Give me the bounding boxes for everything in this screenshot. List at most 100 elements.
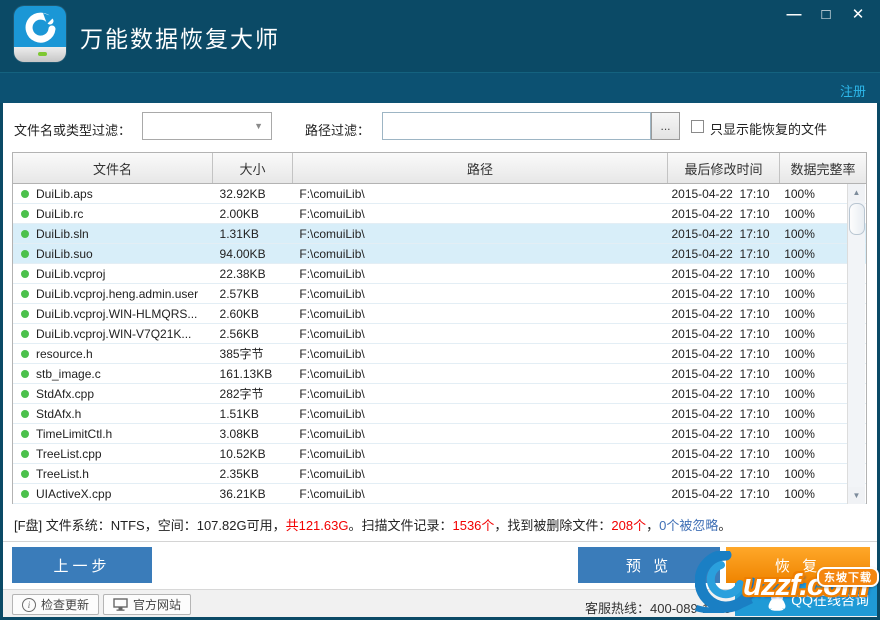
official-site-label: 官方网站 [133, 598, 182, 612]
vertical-scrollbar[interactable]: ▲ ▼ [847, 184, 865, 504]
column-header-integrity[interactable]: 数据完整率 [780, 153, 866, 183]
table-row[interactable]: UIActiveX.cpp 36.21KB F:\comuiLib\ 2015-… [13, 484, 866, 504]
recoverable-status-icon [21, 249, 29, 258]
cell-size: 1.51KB [219, 406, 259, 421]
qq-service-label: QQ在线咨询 [791, 591, 869, 608]
status-segment: 0个被忽略 [659, 517, 719, 533]
cell-modified: 2015-04-22 17:10 [671, 246, 770, 261]
minimize-button[interactable]: — [784, 4, 804, 24]
app-logo-icon [14, 6, 66, 62]
cell-path: F:\comuiLib\ [299, 466, 365, 481]
cell-path: F:\comuiLib\ [299, 486, 365, 501]
column-header-path[interactable]: 路径 [293, 153, 668, 183]
register-link[interactable]: 注册 [840, 81, 866, 100]
table-row[interactable]: DuiLib.vcproj 22.38KB F:\comuiLib\ 2015-… [13, 264, 866, 284]
scroll-up-icon[interactable]: ▲ [848, 184, 865, 201]
main-area: 文件名或类型过滤： ▼ 路径过滤： ... 只显示能恢复的文件 文件名 大小 路… [3, 103, 879, 617]
recoverable-status-icon [21, 389, 29, 398]
cell-size: 10.52KB [219, 446, 266, 461]
status-segment: ，找到被删除文件： [494, 517, 612, 533]
table-row[interactable]: DuiLib.suo 94.00KB F:\comuiLib\ 2015-04-… [13, 244, 866, 264]
monitor-icon [113, 598, 128, 611]
cell-filename: DuiLib.suo [36, 246, 93, 261]
table-row[interactable]: TreeList.cpp 10.52KB F:\comuiLib\ 2015-0… [13, 444, 866, 464]
title-bar: 万能数据恢复大师 — □ ✕ [0, 0, 880, 72]
cell-path: F:\comuiLib\ [299, 306, 365, 321]
cell-size: 2.60KB [219, 306, 259, 321]
cell-path: F:\comuiLib\ [299, 206, 365, 221]
cell-filename: DuiLib.vcproj.WIN-V7Q21K... [36, 326, 192, 341]
status-segment: 。 [718, 517, 732, 533]
cell-modified: 2015-04-22 17:10 [671, 266, 770, 281]
qq-penguin-icon [768, 590, 786, 611]
cell-size: 1.31KB [219, 226, 259, 241]
status-segment: ， [646, 517, 660, 533]
cell-size: 161.13KB [219, 366, 273, 381]
table-row[interactable]: StdAfx.cpp 282字节 F:\comuiLib\ 2015-04-22… [13, 384, 866, 404]
table-row[interactable]: DuiLib.rc 2.00KB F:\comuiLib\ 2015-04-22… [13, 204, 866, 224]
table-row[interactable]: DuiLib.vcproj.WIN-HLMQRS... 2.60KB F:\co… [13, 304, 866, 324]
browse-button[interactable]: ... [651, 112, 680, 140]
scroll-down-icon[interactable]: ▼ [848, 487, 865, 504]
status-bar: [F盘] 文件系统：NTFS，空间：107.82G可用，共121.63G。扫描文… [3, 507, 877, 542]
status-segment: 共121.63G [285, 517, 349, 533]
cell-path: F:\comuiLib\ [299, 406, 365, 421]
status-segment: 208个 [611, 517, 647, 533]
recoverable-status-icon [21, 329, 29, 338]
scrollbar-thumb[interactable] [849, 203, 865, 235]
recover-button[interactable]: 恢 复 [726, 547, 870, 583]
cell-path: F:\comuiLib\ [299, 286, 365, 301]
official-site-button[interactable]: 官方网站 [103, 594, 192, 615]
table-row[interactable]: DuiLib.vcproj.WIN-V7Q21K... 2.56KB F:\co… [13, 324, 866, 344]
cell-filename: DuiLib.vcproj.heng.admin.user [36, 286, 199, 301]
column-header-filename[interactable]: 文件名 [13, 153, 213, 183]
cell-modified: 2015-04-22 17:10 [671, 226, 770, 241]
table-row[interactable]: DuiLib.aps 32.92KB F:\comuiLib\ 2015-04-… [13, 184, 866, 204]
name-filter-select[interactable]: ▼ [142, 112, 272, 140]
check-update-button[interactable]: i 检查更新 [12, 594, 100, 615]
table-row[interactable]: DuiLib.sln 1.31KB F:\comuiLib\ 2015-04-2… [13, 224, 866, 244]
cell-filename: DuiLib.sln [36, 226, 89, 241]
table-row[interactable]: resource.h 385字节 F:\comuiLib\ 2015-04-22… [13, 344, 866, 364]
recoverable-status-icon [21, 229, 29, 238]
cell-size: 385字节 [219, 347, 264, 361]
path-filter-input[interactable] [382, 112, 651, 140]
path-filter-label: 路径过滤： [305, 123, 371, 138]
hotline-text: 客服热线：400-089-1998 [585, 601, 731, 616]
check-update-label: 检查更新 [41, 598, 90, 612]
table-row[interactable]: TimeLimitCtl.h 3.08KB F:\comuiLib\ 2015-… [13, 424, 866, 444]
name-filter-label: 文件名或类型过滤： [14, 123, 132, 138]
cell-path: F:\comuiLib\ [299, 266, 365, 281]
file-table-header: 文件名 大小 路径 最后修改时间 数据完整率 [13, 153, 866, 184]
table-row[interactable]: StdAfx.h 1.51KB F:\comuiLib\ 2015-04-22 … [13, 404, 866, 424]
recoverable-status-icon [21, 189, 29, 198]
cell-filename: TreeList.h [36, 466, 89, 481]
table-row[interactable]: stb_image.c 161.13KB F:\comuiLib\ 2015-0… [13, 364, 866, 384]
cell-filename: StdAfx.h [36, 406, 82, 421]
status-segment: 1536个 [452, 517, 495, 533]
table-row[interactable]: DuiLib.vcproj.heng.admin.user 2.57KB F:\… [13, 284, 866, 304]
recoverable-status-icon [21, 429, 29, 438]
qq-service-button[interactable]: QQ在线咨询 [735, 583, 877, 616]
recoverable-status-icon [21, 489, 29, 498]
cell-modified: 2015-04-22 17:10 [671, 346, 770, 361]
table-row[interactable]: TreeList.h 2.35KB F:\comuiLib\ 2015-04-2… [13, 464, 866, 484]
back-button[interactable]: 上一步 [12, 547, 152, 583]
dropdown-arrow-icon: ▼ [254, 121, 263, 131]
maximize-button[interactable]: □ [816, 4, 836, 24]
cell-modified: 2015-04-22 17:10 [671, 326, 770, 341]
recoverable-status-icon [21, 469, 29, 478]
app-window: 万能数据恢复大师 — □ ✕ 注册 文件名或类型过滤： ▼ 路径过滤： ... … [0, 0, 880, 620]
info-icon: i [22, 597, 36, 612]
column-header-size[interactable]: 大小 [213, 153, 293, 183]
recoverable-status-icon [21, 289, 29, 298]
cell-modified: 2015-04-22 17:10 [671, 446, 770, 461]
cell-size: 282字节 [219, 387, 264, 401]
recoverable-status-icon [21, 449, 29, 458]
cell-filename: DuiLib.aps [36, 186, 93, 201]
column-header-modified[interactable]: 最后修改时间 [668, 153, 780, 183]
close-button[interactable]: ✕ [848, 4, 868, 24]
recoverable-only-checkbox[interactable] [691, 120, 704, 133]
preview-button[interactable]: 预 览 [578, 547, 720, 583]
cell-modified: 2015-04-22 17:10 [671, 206, 770, 221]
